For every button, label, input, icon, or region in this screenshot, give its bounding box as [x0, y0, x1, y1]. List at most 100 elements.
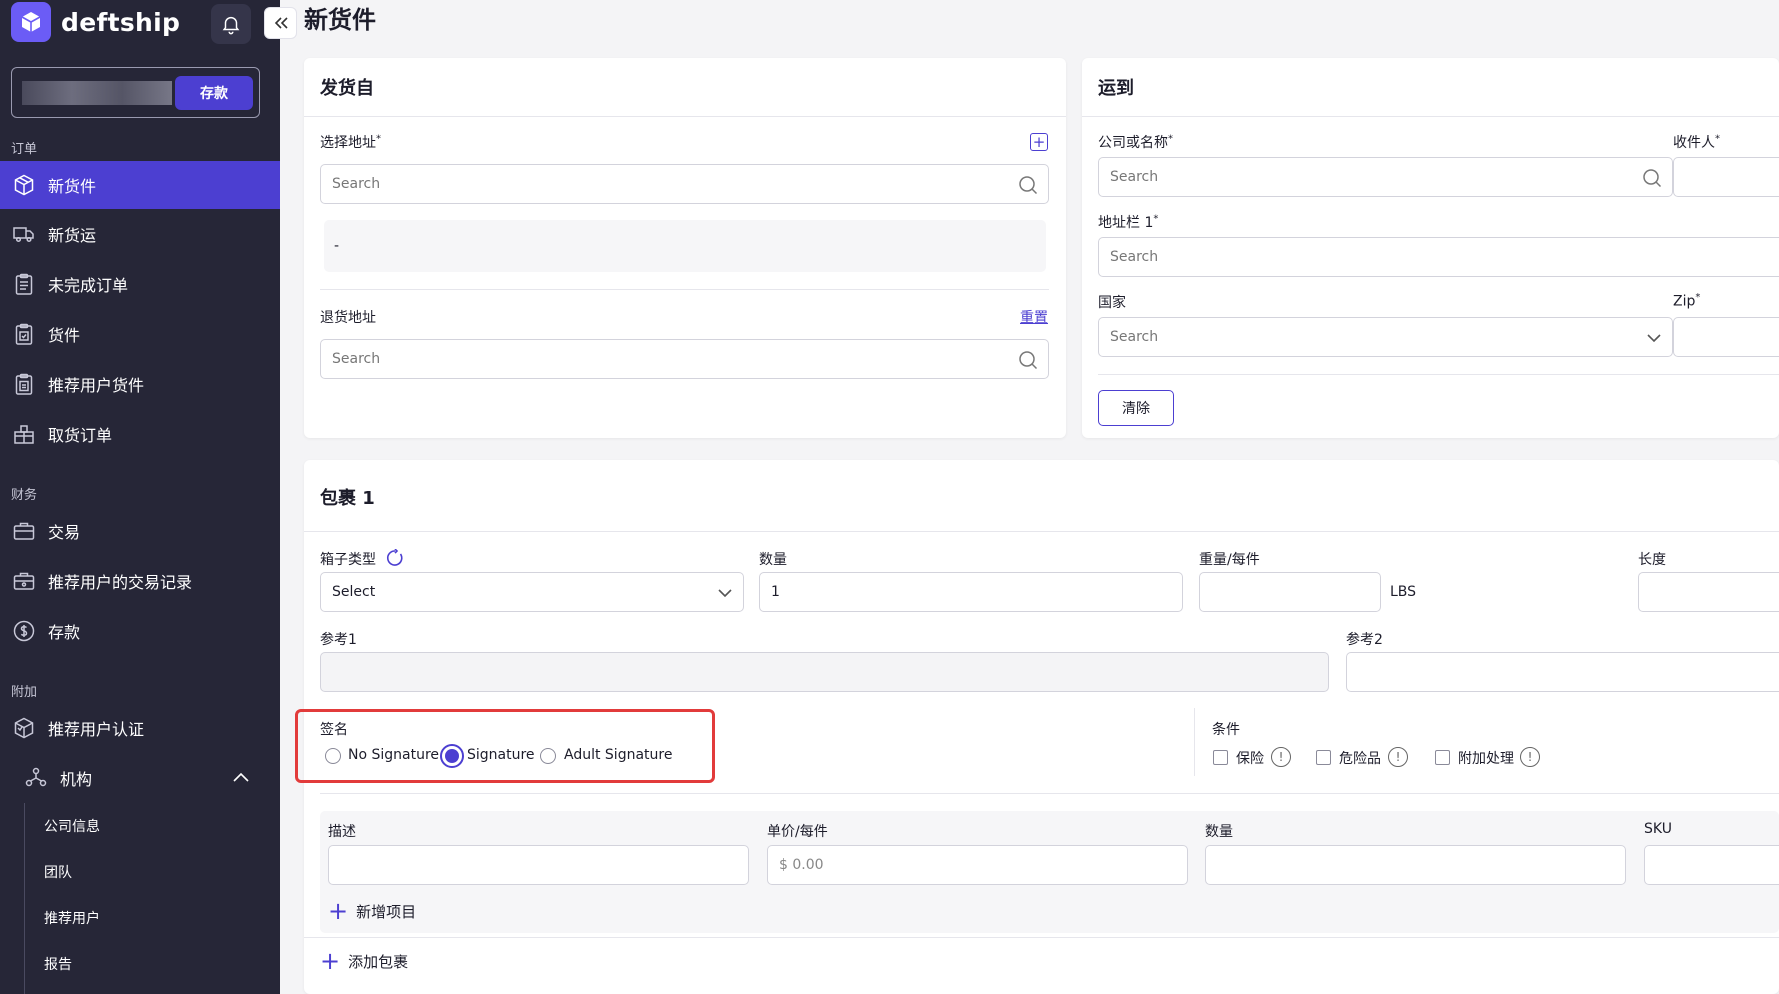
nav-label: 新货运 — [48, 226, 97, 245]
chevron-down-icon — [1647, 334, 1661, 343]
select-address-label: 选择地址* — [320, 133, 381, 151]
address1-label: 地址栏 1* — [1098, 213, 1159, 231]
length-label: 长度 — [1638, 552, 1666, 568]
nav-referral-verification[interactable]: 推荐用户认证 — [0, 704, 280, 752]
nav-label: 交易 — [48, 523, 81, 542]
nav-label: 推荐用户货件 — [48, 376, 145, 395]
package-title: 包裹 1 — [320, 488, 375, 509]
info-icon[interactable]: ! — [1388, 747, 1408, 767]
item-sku-label: SKU — [1644, 821, 1672, 837]
checkbox-dangerous-goods[interactable] — [1316, 750, 1331, 765]
item-quantity-input[interactable] — [1205, 845, 1626, 885]
nav-label: 推荐用户的交易记录 — [48, 573, 193, 592]
address-preview-text: - — [334, 238, 340, 254]
nav-incomplete-orders[interactable]: 未完成订单 — [0, 260, 280, 308]
ship-from-title: 发货自 — [320, 78, 374, 99]
add-package-button[interactable]: + 添加包裹 — [320, 949, 408, 973]
box-icon — [14, 174, 34, 196]
box-type-select[interactable]: Select — [320, 572, 744, 612]
clipboard-check-icon — [15, 323, 33, 345]
nav-label: 货件 — [48, 326, 81, 345]
box-type-label: 箱子类型 — [320, 552, 376, 568]
chevron-down-icon — [718, 589, 732, 598]
clear-button[interactable]: 清除 — [1098, 390, 1174, 426]
sub-company-info[interactable]: 公司信息 — [44, 816, 100, 836]
weight-input[interactable] — [1199, 572, 1381, 612]
zip-input[interactable] — [1673, 317, 1779, 357]
condition-insurance-label: 保险 — [1236, 751, 1264, 767]
reset-link[interactable]: 重置 — [1020, 307, 1048, 327]
info-icon[interactable]: ! — [1520, 747, 1540, 767]
add-item-button[interactable]: + 新增项目 — [328, 899, 416, 923]
page-title: 新货件 — [304, 6, 376, 34]
checkbox-insurance[interactable] — [1213, 750, 1228, 765]
quantity-input[interactable]: 1 — [759, 572, 1183, 612]
collapse-sidebar-button[interactable] — [264, 7, 297, 39]
notification-bell-icon[interactable] — [211, 4, 251, 44]
nav-label: 存款 — [48, 623, 81, 642]
chevron-up-icon[interactable] — [232, 770, 250, 784]
briefcase-user-icon — [13, 572, 35, 590]
select-address-input[interactable]: Search — [320, 164, 1049, 204]
ship-to-card: 运到 公司或名称* Search 收件人* 地址栏 1* Search 国家 S… — [1082, 58, 1779, 438]
reference1-input[interactable] — [320, 652, 1329, 692]
refresh-icon[interactable] — [386, 549, 404, 567]
company-input[interactable]: Search — [1098, 157, 1673, 197]
sub-reports[interactable]: 报告 — [44, 954, 72, 974]
wallet-balance: 存款 — [11, 67, 260, 118]
item-sku-input[interactable] — [1644, 845, 1779, 885]
nav-organization[interactable]: 机构 — [0, 754, 280, 802]
nav-referral-shipments[interactable]: 推荐用户货件 — [0, 360, 280, 408]
item-description-input[interactable] — [328, 845, 749, 885]
condition-handling-label: 附加处理 — [1458, 751, 1514, 767]
sub-referral-users[interactable]: 推荐用户 — [44, 908, 100, 928]
placeholder: Search — [1110, 249, 1159, 265]
nav-new-shipment[interactable]: 新货件 — [0, 161, 280, 209]
section-extras: 附加 — [11, 685, 38, 700]
add-address-icon[interactable]: + — [1030, 133, 1048, 151]
sub-team[interactable]: 团队 — [44, 862, 72, 882]
placeholder: $ 0.00 — [779, 857, 824, 873]
nav-transactions[interactable]: 交易 — [0, 507, 280, 555]
nav-shipments[interactable]: 货件 — [0, 310, 280, 358]
quantity-label: 数量 — [759, 552, 787, 568]
divider — [304, 937, 1779, 938]
return-address-input[interactable]: Search — [320, 339, 1049, 379]
pickup-icon — [14, 425, 34, 444]
plus-icon: + — [320, 947, 341, 975]
logo[interactable]: deftship — [11, 2, 180, 42]
info-icon[interactable]: ! — [1271, 747, 1291, 767]
signature-highlight-box — [295, 709, 715, 783]
double-chevron-left-icon — [274, 17, 288, 29]
divider — [1098, 374, 1779, 375]
select-value: Select — [332, 584, 376, 600]
search-icon — [1019, 351, 1038, 370]
brand-name: deftship — [61, 7, 181, 37]
address1-input[interactable]: Search — [1098, 237, 1779, 277]
reference2-input[interactable] — [1346, 652, 1779, 692]
nav-pickup-orders[interactable]: 取货订单 — [0, 410, 280, 458]
country-select[interactable]: Search — [1098, 317, 1673, 357]
address-preview: - — [324, 220, 1046, 272]
divider — [1082, 116, 1779, 117]
nav-label: 新货件 — [48, 177, 97, 196]
items-section: 描述 单价/每件 $ 0.00 数量 SKU + 新增项目 — [320, 811, 1779, 933]
deposit-button[interactable]: 存款 — [175, 76, 253, 110]
dollar-icon — [13, 620, 35, 642]
checkbox-additional-handling[interactable] — [1435, 750, 1450, 765]
nav-new-freight[interactable]: 新货运 — [0, 210, 280, 258]
length-input[interactable] — [1638, 572, 1779, 612]
conditions-label: 条件 — [1212, 722, 1240, 738]
sidebar: deftship 存款 订单 新货件 新货运 未完成订单 货件 推荐用户货件 取… — [0, 0, 280, 994]
nav-referral-transactions[interactable]: 推荐用户的交易记录 — [0, 557, 280, 605]
recipient-input[interactable] — [1673, 157, 1779, 197]
placeholder: Search — [1110, 169, 1159, 185]
search-icon — [1643, 169, 1662, 188]
recipient-label: 收件人* — [1673, 133, 1720, 151]
item-unit-price-input[interactable]: $ 0.00 — [767, 845, 1188, 885]
weight-unit: LBS — [1390, 584, 1417, 600]
plus-icon: + — [328, 897, 349, 925]
balance-redacted — [22, 81, 172, 105]
nav-deposit[interactable]: 存款 — [0, 607, 280, 655]
divider — [304, 116, 1066, 117]
